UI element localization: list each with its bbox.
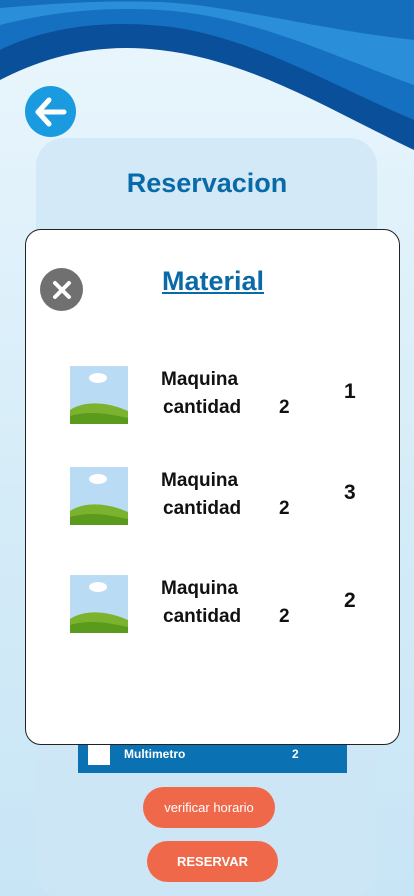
row-name: Multimetro [124,747,186,761]
item-name: Maquina [161,470,239,491]
image-placeholder-icon [70,575,128,633]
close-x-icon [52,280,71,299]
item-count: 3 [344,481,356,504]
material-item[interactable]: Maquina cantidad 2 1 [26,366,401,426]
item-count: 1 [344,380,356,403]
close-button[interactable] [40,268,83,311]
modal-title: Material [161,266,265,296]
item-name: Maquina [161,578,239,599]
item-quantity-label: cantidad [163,397,242,418]
item-count: 2 [344,589,356,612]
material-modal: Material Maquina cantidad 2 1 Maquina ca… [25,229,400,745]
image-placeholder-icon [70,366,128,424]
item-quantity-label: cantidad [163,606,242,627]
item-quantity-label: cantidad [163,498,242,519]
image-placeholder-icon [70,467,128,525]
arrow-left-icon [35,97,66,126]
material-item[interactable]: Maquina cantidad 2 2 [26,575,401,635]
item-quantity: 2 [279,606,290,627]
verify-schedule-button[interactable]: verificar horario [143,787,275,828]
material-item[interactable]: Maquina cantidad 2 3 [26,467,401,527]
back-button[interactable] [25,86,76,137]
item-name: Maquina [161,369,239,390]
item-quantity: 2 [279,498,290,519]
page-title: Reservacion [126,168,288,198]
item-quantity: 2 [279,397,290,418]
reserve-button[interactable]: RESERVAR [147,841,278,882]
row-quantity: 2 [292,747,299,761]
